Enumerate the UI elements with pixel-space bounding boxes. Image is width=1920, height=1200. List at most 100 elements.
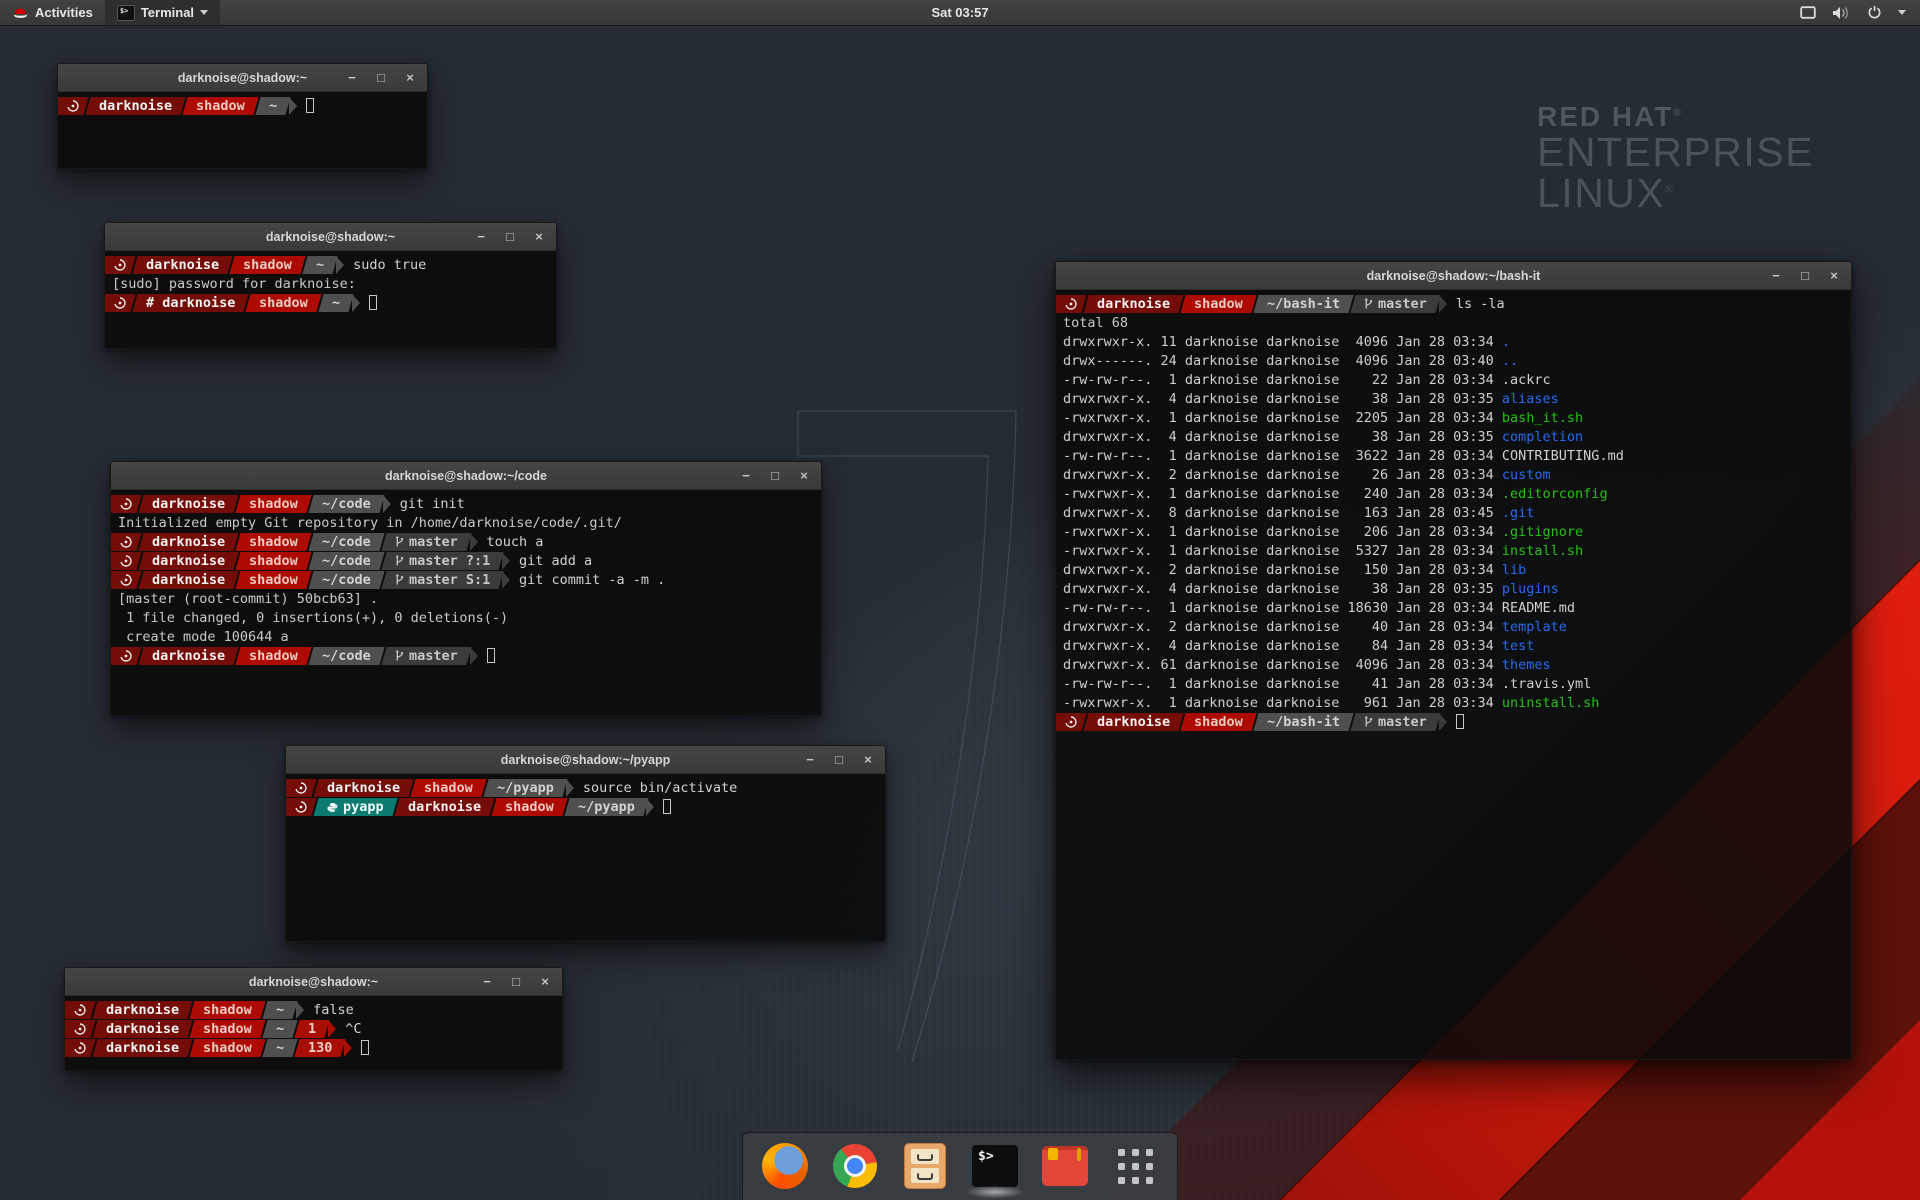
prompt-line: pyappdarknoiseshadow~/pyapp xyxy=(293,797,878,816)
screen-icon[interactable] xyxy=(1800,6,1816,19)
prompt-segment-host: shadow xyxy=(236,552,312,570)
prompt-segment-user: darknoise xyxy=(92,1020,192,1038)
window-titlebar[interactable]: darknoise@shadow:~−□× xyxy=(105,223,556,251)
terminal-window[interactable]: darknoise@shadow:~/code−□×darknoiseshado… xyxy=(110,461,822,716)
prompt-segment-content: darknoise xyxy=(146,257,219,273)
close-button[interactable]: × xyxy=(532,230,546,243)
file-name: .editorconfig xyxy=(1502,486,1608,502)
maximize-button[interactable]: □ xyxy=(768,469,782,482)
running-indicator xyxy=(963,1185,1027,1199)
prompt-line: darknoiseshadow~ xyxy=(65,96,420,115)
terminal-window[interactable]: darknoise@shadow:~/pyapp−□×darknoiseshad… xyxy=(285,745,886,942)
app-menu-terminal[interactable]: $> Terminal xyxy=(105,0,220,25)
dock-item-files[interactable] xyxy=(901,1142,949,1190)
maximize-button[interactable]: □ xyxy=(374,71,388,84)
window-buttons: − □ × xyxy=(803,746,875,773)
terminal-content[interactable]: darknoiseshadow~sudo true[sudo] password… xyxy=(105,251,556,348)
maximize-button[interactable]: □ xyxy=(1798,269,1812,282)
git-branch-icon xyxy=(395,535,404,548)
terminal-content[interactable]: darknoiseshadow~/pyappsource bin/activat… xyxy=(286,774,885,941)
output-text: create mode 100644 a xyxy=(118,629,289,645)
redhat-branding: RED HAT® ENTERPRISE LINUX® xyxy=(1537,103,1814,215)
terminal-content[interactable]: darknoiseshadow~/bash-itmasterls -la tota… xyxy=(1056,290,1851,1059)
file-name: bash_it.sh xyxy=(1502,410,1583,426)
power-icon[interactable] xyxy=(1867,5,1882,20)
prompt-segment-content: shadow xyxy=(249,496,298,512)
file-name: uninstall.sh xyxy=(1502,695,1600,711)
minimize-button[interactable]: − xyxy=(474,230,488,243)
dock-item-chrome[interactable] xyxy=(831,1142,879,1190)
prompt-segment-label: shadow xyxy=(249,648,298,664)
prompt-line: # darknoiseshadow~ xyxy=(112,293,549,312)
clock[interactable]: Sat 03:57 xyxy=(921,0,998,25)
close-button[interactable]: × xyxy=(797,469,811,482)
terminal-content[interactable]: darknoiseshadow~falsedarknoiseshadow~1^C… xyxy=(65,996,562,1070)
terminal-window[interactable]: darknoise@shadow:~−□×darknoiseshadow~fal… xyxy=(64,967,563,1071)
prompt-segment-content: # darknoise xyxy=(146,295,235,311)
prompt-segment-label: shadow xyxy=(259,295,308,311)
output-text: total 68 xyxy=(1063,315,1128,331)
file-meta: drwxrwxr-x. 4 darknoise darknoise 84 Jan… xyxy=(1063,638,1502,654)
close-button[interactable]: × xyxy=(538,975,552,988)
prompt-arrow-cap xyxy=(566,779,574,797)
window-titlebar[interactable]: darknoise@shadow:~−□× xyxy=(65,968,562,996)
prompt-segment-content: ~/pyapp xyxy=(578,799,635,815)
close-button[interactable]: × xyxy=(403,71,417,84)
file-meta: drwx------. 24 darknoise darknoise 4096 … xyxy=(1063,353,1502,369)
grid-dot xyxy=(1118,1177,1125,1184)
file-meta: -rw-rw-r--. 1 darknoise darknoise 41 Jan… xyxy=(1063,676,1502,692)
prompt-segment-label: master ?:1 xyxy=(409,553,490,569)
prompt-segment-content: ~ xyxy=(276,1002,284,1018)
window-buttons: − □ × xyxy=(1769,262,1841,289)
minimize-button[interactable]: − xyxy=(803,753,817,766)
grid-dot xyxy=(1146,1177,1153,1184)
minimize-button[interactable]: − xyxy=(345,71,359,84)
prompt-segment-label: master xyxy=(1378,296,1427,312)
output-text: [master (root-commit) 50bcb63] . xyxy=(118,591,378,607)
powerline-prompt: darknoiseshadow~/bash-itmaster xyxy=(1056,713,1447,731)
prompt-line: darknoiseshadow~/bash-itmasterls -la xyxy=(1063,294,1844,313)
distro-icon xyxy=(120,555,132,567)
window-titlebar[interactable]: darknoise@shadow:~/pyapp−□× xyxy=(286,746,885,774)
prompt-segment-icon xyxy=(111,495,142,513)
powerline-prompt: darknoiseshadow~/codemaster xyxy=(111,533,478,551)
prompt-line: darknoiseshadow~/codemaster ?:1git add a xyxy=(118,551,814,570)
activities-button[interactable]: Activities xyxy=(0,0,105,25)
terminal-window[interactable]: darknoise@shadow:~−□×darknoiseshadow~sud… xyxy=(104,222,557,349)
minimize-button[interactable]: − xyxy=(480,975,494,988)
prompt-segment-label: shadow xyxy=(1194,296,1243,312)
dock-item-firefox[interactable] xyxy=(761,1142,809,1190)
prompt-segment-label: darknoise xyxy=(1097,714,1170,730)
file-name: .gitignore xyxy=(1502,524,1583,540)
dock-item-show-apps[interactable] xyxy=(1111,1142,1159,1190)
window-titlebar[interactable]: darknoise@shadow:~/code−□× xyxy=(111,462,821,490)
system-menu-caret-icon[interactable] xyxy=(1898,10,1906,15)
volume-icon[interactable] xyxy=(1832,6,1851,20)
close-button[interactable]: × xyxy=(861,753,875,766)
maximize-button[interactable]: □ xyxy=(832,753,846,766)
terminal-content[interactable]: darknoiseshadow~ xyxy=(58,92,427,168)
terminal-window[interactable]: darknoise@shadow:~/bash-it−□×darknoisesh… xyxy=(1055,261,1852,1060)
close-button[interactable]: × xyxy=(1827,269,1841,282)
prompt-segment-content: darknoise xyxy=(152,496,225,512)
prompt-segment-user: darknoise xyxy=(1083,713,1183,731)
window-titlebar[interactable]: darknoise@shadow:~/bash-it−□× xyxy=(1056,262,1851,290)
minimize-button[interactable]: − xyxy=(1769,269,1783,282)
prompt-segment-icon xyxy=(1056,295,1087,313)
maximize-button[interactable]: □ xyxy=(509,975,523,988)
prompt-segment-label: shadow xyxy=(243,257,292,273)
prompt-segment-content xyxy=(74,1023,86,1035)
minimize-button[interactable]: − xyxy=(739,469,753,482)
dock-item-terminal[interactable]: $> xyxy=(971,1142,1019,1190)
prompt-segment-path: ~ xyxy=(302,256,337,274)
prompt-segment-content xyxy=(295,801,307,813)
file-name: plugins xyxy=(1502,581,1559,597)
maximize-button[interactable]: □ xyxy=(503,230,517,243)
terminal-content[interactable]: darknoiseshadow~/codegit initInitialized… xyxy=(111,490,821,715)
terminal-window[interactable]: darknoise@shadow:~−□×darknoiseshadow~ xyxy=(57,63,428,169)
dock-item-toolbox[interactable] xyxy=(1041,1142,1089,1190)
prompt-arrow-cap xyxy=(1439,713,1447,731)
window-titlebar[interactable]: darknoise@shadow:~−□× xyxy=(58,64,427,92)
file-list-row: -rw-rw-r--. 1 darknoise darknoise 18630 … xyxy=(1063,598,1844,617)
prompt-line: darknoiseshadow~1^C xyxy=(72,1019,555,1038)
